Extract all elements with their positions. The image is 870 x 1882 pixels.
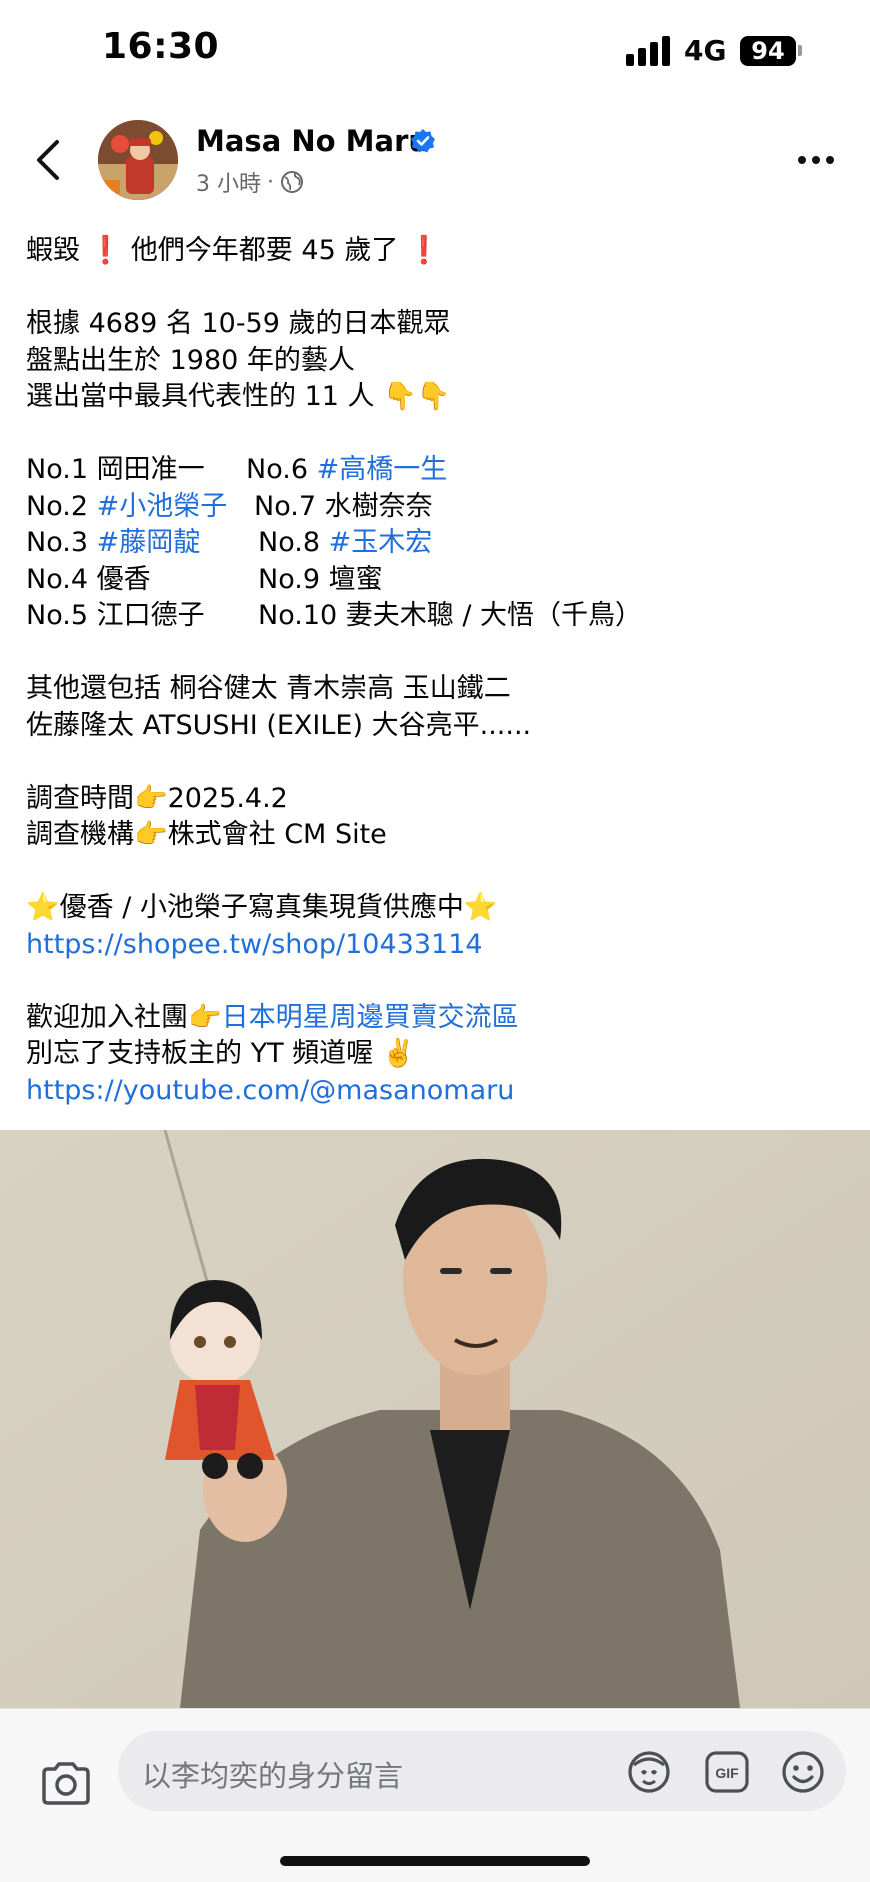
avatar-image xyxy=(98,120,178,200)
author-name[interactable]: Masa No Maru xyxy=(196,124,429,158)
gif-label: GIF xyxy=(715,1765,739,1781)
more-icon xyxy=(798,156,806,164)
post-photo[interactable] xyxy=(0,1130,870,1708)
hashtag-link[interactable]: #高橋一生 xyxy=(317,454,448,485)
survey-org: 調查機構👉株式會社 CM Site xyxy=(26,819,387,850)
globe-icon xyxy=(281,171,303,193)
post-line-3: 盤點出生於 1980 年的藝人 xyxy=(26,344,355,376)
comment-placeholder: 以李均奕的身分留言 xyxy=(142,1759,404,1793)
hashtag-link[interactable]: #小池榮子 xyxy=(97,491,228,522)
gif-button[interactable]: GIF xyxy=(704,1749,750,1795)
meta-separator: · xyxy=(267,169,274,195)
avatar-sticker-icon[interactable] xyxy=(626,1749,672,1795)
emoji-icon[interactable] xyxy=(780,1749,826,1795)
status-bar: 16:30 4G 94 xyxy=(0,0,870,100)
star-emoji: ⭐ xyxy=(463,892,498,923)
pointing-right-emoji: 👉 xyxy=(188,1001,222,1033)
author-avatar[interactable] xyxy=(98,120,178,200)
victory-hand-emoji: ✌️ xyxy=(381,1038,416,1069)
hashtag-link[interactable]: #藤岡靛 xyxy=(97,527,201,558)
battery-tip xyxy=(798,45,802,56)
camera-icon[interactable] xyxy=(40,1761,92,1805)
group-link[interactable]: 日本明星周邊買賣交流區 xyxy=(222,1002,519,1033)
home-indicator xyxy=(280,1856,590,1866)
more-options-button[interactable] xyxy=(798,148,844,172)
ranking-row: No.4 優香 No.9 壇蜜 xyxy=(26,563,383,595)
group-line: 歡迎加入社團👉日本明星周邊買賣交流區 xyxy=(26,1001,519,1033)
post-line-4: 選出當中最具代表性的 11 人 👇👇 xyxy=(26,381,451,412)
post-meta: 3 小時 · xyxy=(196,166,304,198)
yt-line: 別忘了支持板主的 YT 頻道喔 ✌️ xyxy=(26,1038,416,1069)
others-line-1: 其他還包括 桐谷健太 青木崇高 玉山鐵二 xyxy=(26,673,511,704)
signal-icon xyxy=(626,36,672,66)
comment-input[interactable]: 以李均奕的身分留言 GIF xyxy=(118,1731,846,1811)
pointing-right-emoji: 👉 xyxy=(134,819,168,850)
post-line-1: 蝦毀 ❗ 他們今年都要 45 歲了 ❗ xyxy=(26,235,441,266)
exclamation-emoji: ❗ xyxy=(406,235,441,266)
back-button[interactable] xyxy=(28,132,68,188)
ranking-row: No.1 岡田准一 No.6 #高橋一生 xyxy=(26,454,448,485)
pointing-right-emoji: 👉 xyxy=(134,782,168,814)
photo-image xyxy=(0,1130,870,1708)
verified-icon xyxy=(411,129,435,153)
ranking-row: No.3 #藤岡靛 No.8 #玉木宏 xyxy=(26,527,433,558)
photobook-line: ⭐優香 / 小池榮子寫真集現貨供應中⭐ xyxy=(26,892,498,923)
gif-icon: GIF xyxy=(705,1751,749,1793)
post-body: 蝦毀 ❗ 他們今年都要 45 歲了 ❗ 根據 4689 名 10-59 歲的日本… xyxy=(26,233,856,1109)
ranking-row: No.5 江口德子 No.10 妻夫木聰 / 大悟（千鳥） xyxy=(26,600,643,631)
star-emoji: ⭐ xyxy=(26,892,60,923)
network-type: 4G xyxy=(684,34,727,67)
battery-icon: 94 xyxy=(740,36,796,66)
youtube-link[interactable]: https://youtube.com/@masanomaru xyxy=(26,1073,856,1110)
hashtag-link[interactable]: #玉木宏 xyxy=(329,527,433,558)
shop-link[interactable]: https://shopee.tw/shop/10433114 xyxy=(26,927,856,964)
pointing-down-emoji: 👇👇 xyxy=(383,381,451,412)
survey-time: 調查時間👉2025.4.2 xyxy=(26,782,288,814)
post-age[interactable]: 3 小時 xyxy=(196,166,261,198)
back-icon xyxy=(37,140,59,180)
exclamation-emoji: ❗ xyxy=(88,235,123,266)
post-line-2: 根據 4689 名 10-59 歲的日本觀眾 xyxy=(26,308,451,339)
status-time: 16:30 xyxy=(102,26,220,67)
others-line-2: 佐藤隆太 ATSUSHI (EXILE) 大谷亮平...... xyxy=(26,709,532,741)
ranking-row: No.2 #小池榮子 No.7 水樹奈奈 xyxy=(26,490,433,522)
